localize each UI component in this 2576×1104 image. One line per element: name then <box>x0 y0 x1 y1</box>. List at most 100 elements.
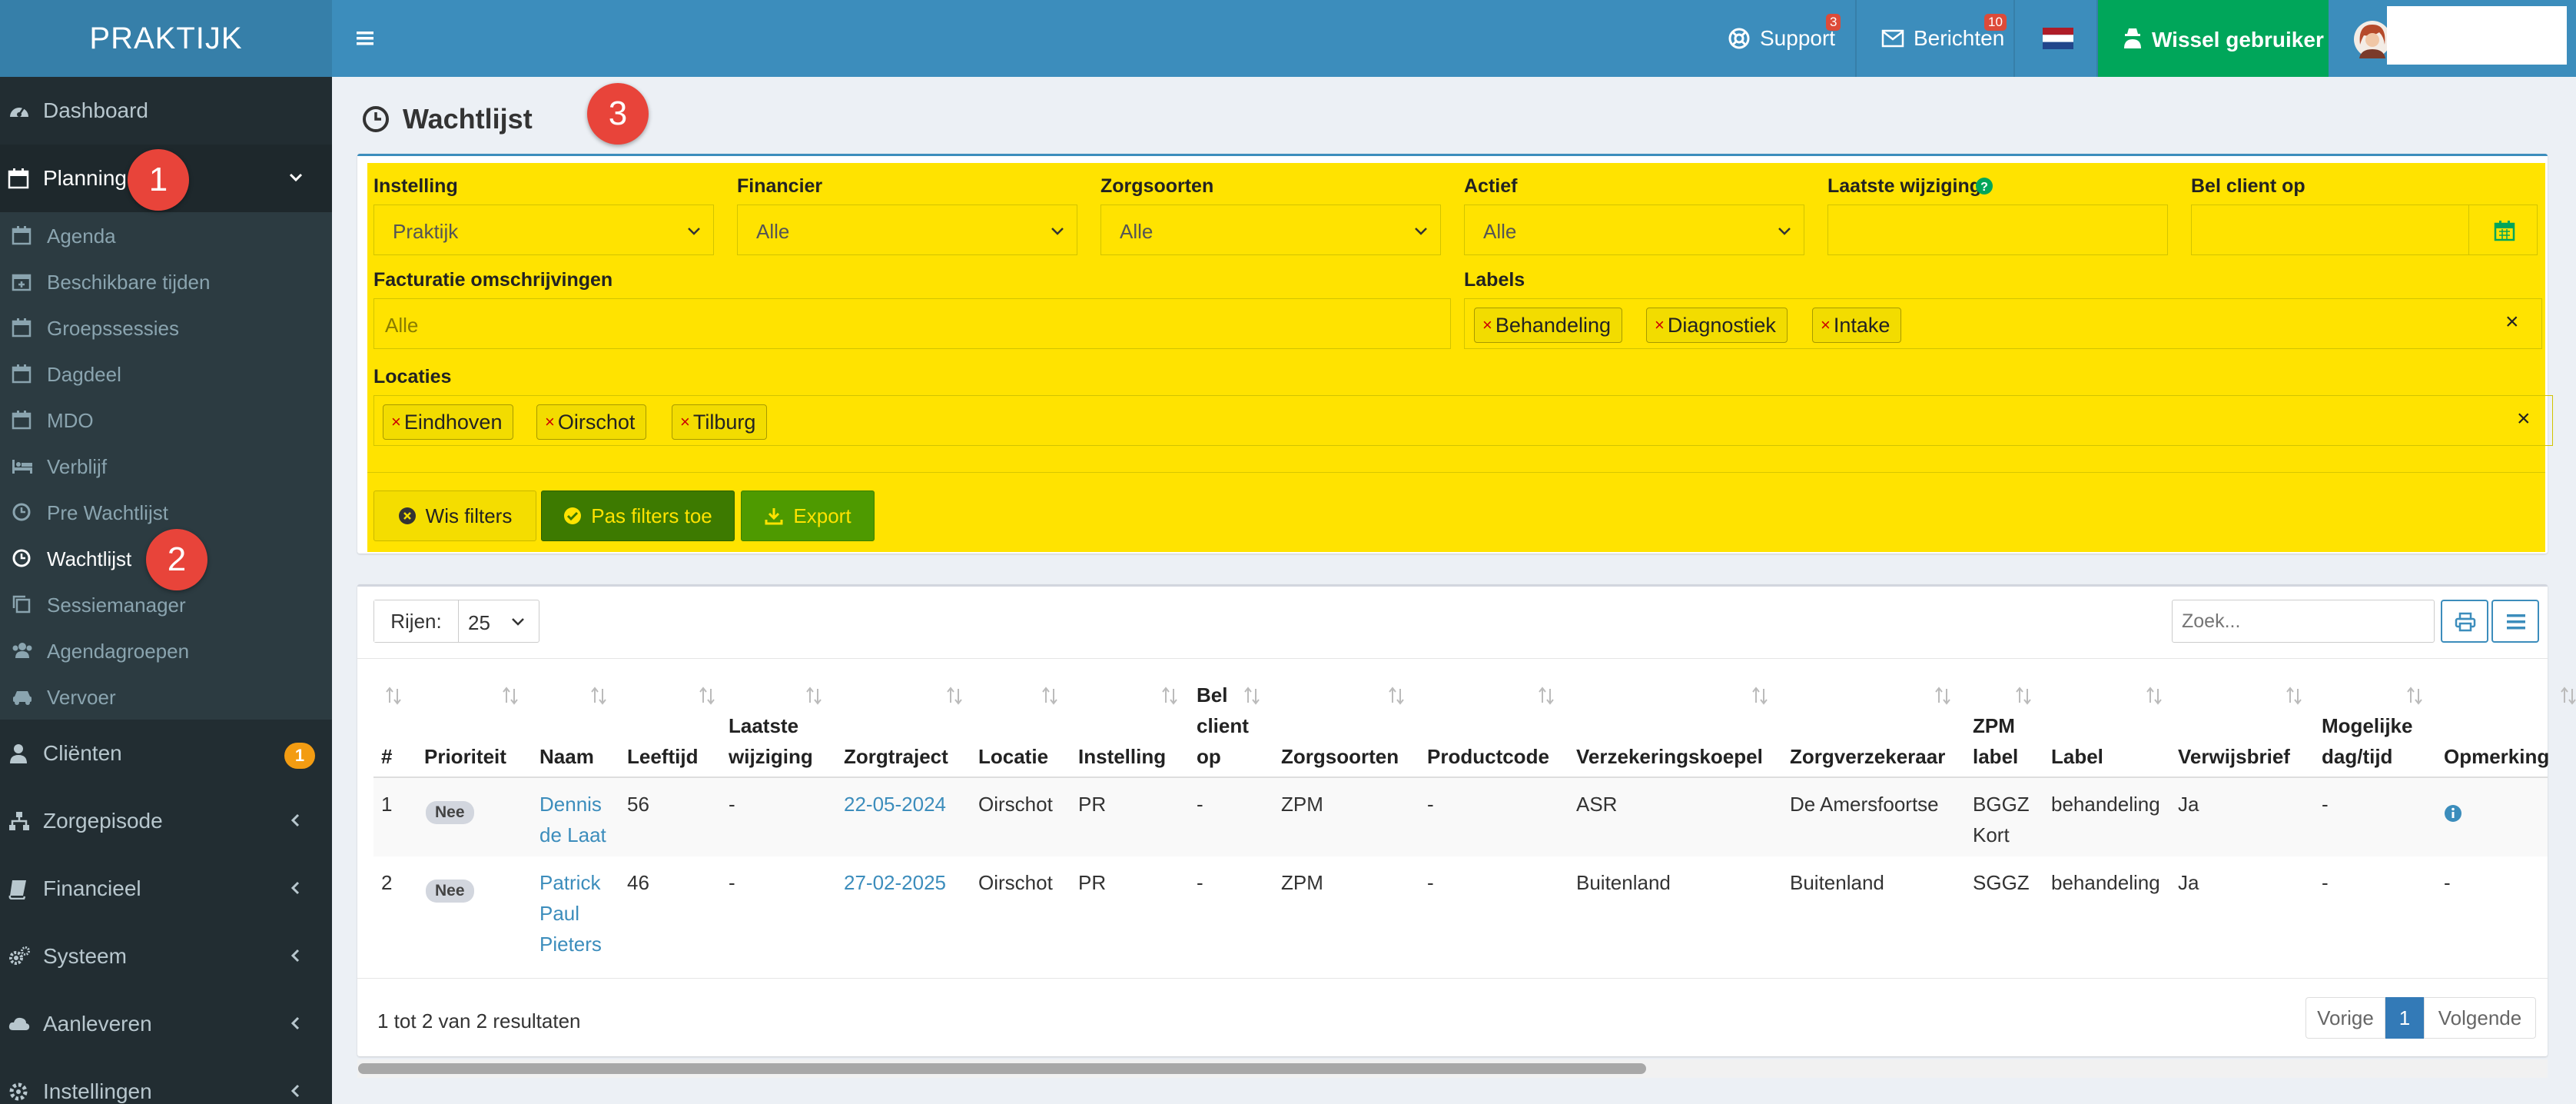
actief-select[interactable]: Alle <box>1464 205 1804 255</box>
sidebar-item-aanleveren[interactable]: Aanleveren <box>0 990 332 1058</box>
sort-icon[interactable] <box>1934 686 1952 706</box>
location-tag-tilburg[interactable]: × Tilburg <box>672 404 768 440</box>
remove-tag-icon[interactable]: × <box>545 412 555 432</box>
sidebar-item-financieel[interactable]: Financieel <box>0 855 332 923</box>
columns-button[interactable] <box>2491 600 2539 643</box>
search-input[interactable] <box>2172 600 2435 643</box>
cell-zorgtraject[interactable]: 27-02-2025 <box>844 867 946 898</box>
column-header-[interactable]: # <box>381 741 392 772</box>
sidebar-item-systeem[interactable]: Systeem <box>0 923 332 990</box>
cell-naam[interactable]: Dennis de Laat <box>539 789 606 850</box>
column-header-opmerking[interactable]: Opmerking <box>2444 741 2549 772</box>
column-header-mogelijke-dag-tijd[interactable]: Mogelijke dag/tijd <box>2322 710 2412 772</box>
label-tag-intake[interactable]: × Intake <box>1812 308 1902 343</box>
remove-tag-icon[interactable]: × <box>391 412 401 432</box>
calendar-button[interactable] <box>2468 205 2538 255</box>
instelling-select[interactable]: Praktijk <box>373 205 714 255</box>
column-header-zorgtraject[interactable]: Zorgtraject <box>844 741 948 772</box>
column-header-zpm-label[interactable]: ZPM label <box>1973 710 2018 772</box>
facturatie-input[interactable]: Alle <box>373 298 1451 349</box>
sort-icon[interactable] <box>698 686 716 706</box>
wissel-gebruiker-button[interactable]: Wissel gebruiker <box>2098 0 2329 77</box>
pagination-page-1[interactable]: 1 <box>2385 997 2424 1039</box>
column-header-verzekeringskoepel[interactable]: Verzekeringskoepel <box>1576 741 1763 772</box>
labels-multiselect[interactable] <box>1464 298 2542 349</box>
label-tag-behandeling[interactable]: × Behandeling <box>1474 308 1622 343</box>
sidebar-item-pre-wachtlijst[interactable]: Pre Wachtlijst <box>0 489 332 535</box>
column-header-verwijsbrief[interactable]: Verwijsbrief <box>2178 741 2290 772</box>
location-tag-oirschot[interactable]: × Oirschot <box>536 404 647 440</box>
column-header-bel-client-op[interactable]: Bel client op <box>1197 680 1249 772</box>
sort-icon[interactable] <box>1243 686 1261 706</box>
sort-icon[interactable] <box>2014 686 2033 706</box>
sort-icon[interactable] <box>945 686 964 706</box>
laatste-wijziging-input[interactable] <box>1827 205 2168 255</box>
export-button[interactable]: Export <box>741 490 875 541</box>
sort-icon[interactable] <box>589 686 608 706</box>
sidebar-item-zorgepisode[interactable]: Zorgepisode <box>0 787 332 855</box>
clear-locaties-icon[interactable]: × <box>2517 406 2531 432</box>
sort-icon[interactable] <box>2285 686 2303 706</box>
sort-icon[interactable] <box>501 686 520 706</box>
sort-icon[interactable] <box>805 686 823 706</box>
sort-icon[interactable] <box>1537 686 1555 706</box>
sidebar-item-mdo[interactable]: MDO <box>0 397 332 443</box>
wis-filters-button[interactable]: Wis filters <box>373 490 536 541</box>
financier-select[interactable]: Alle <box>737 205 1077 255</box>
cell-zorgtraject[interactable]: 22-05-2024 <box>844 789 946 820</box>
remove-tag-icon[interactable]: × <box>1482 315 1492 335</box>
sidebar-item-dagdeel[interactable]: Dagdeel <box>0 351 332 397</box>
column-header-instelling[interactable]: Instelling <box>1078 741 1166 772</box>
berichten-button[interactable]: Berichten <box>1881 0 2004 77</box>
clear-labels-icon[interactable]: × <box>2505 309 2519 335</box>
column-header-productcode[interactable]: Productcode <box>1427 741 1549 772</box>
sort-icon[interactable] <box>2145 686 2163 706</box>
sort-icon[interactable] <box>1751 686 1769 706</box>
remove-tag-icon[interactable]: × <box>1655 315 1665 335</box>
sort-icon[interactable] <box>384 686 403 706</box>
column-header-zorgsoorten[interactable]: Zorgsoorten <box>1281 741 1399 772</box>
column-header-locatie[interactable]: Locatie <box>978 741 1048 772</box>
remove-tag-icon[interactable]: × <box>1821 315 1831 335</box>
sidebar-item-instellingen[interactable]: Instellingen <box>0 1058 332 1104</box>
sidebar-item-groepssessies[interactable]: Groepssessies <box>0 304 332 351</box>
sidebar-item-dashboard[interactable]: Dashboard <box>0 77 332 145</box>
pagination-prev[interactable]: Vorige <box>2305 997 2385 1039</box>
sidebar-item-agenda[interactable]: Agenda <box>0 212 332 258</box>
cell-naam[interactable]: Patrick Paul Pieters <box>539 867 602 959</box>
print-button[interactable] <box>2441 600 2488 643</box>
column-header-label[interactable]: Label <box>2051 741 2103 772</box>
rows-select[interactable]: 25 <box>459 600 539 642</box>
help-icon[interactable]: ? <box>1975 177 1993 195</box>
location-tag-eindhoven[interactable]: × Eindhoven <box>383 404 514 440</box>
sidebar-toggle-button[interactable] <box>355 0 377 77</box>
pas-filters-toe-button[interactable]: Pas filters toe <box>541 490 735 541</box>
sidebar-item-agendagroepen[interactable]: Agendagroepen <box>0 627 332 673</box>
remove-tag-icon[interactable]: × <box>680 412 690 432</box>
info-icon[interactable] <box>2444 804 2462 823</box>
column-header-naam[interactable]: Naam <box>539 741 594 772</box>
label-tag-diagnostiek[interactable]: × Diagnostiek <box>1646 308 1788 343</box>
sidebar-item-beschikbare-tijden[interactable]: Beschikbare tijden <box>0 258 332 304</box>
sort-icon[interactable] <box>1160 686 1179 706</box>
sort-icon[interactable] <box>2405 686 2424 706</box>
sidebar-item-verblijf[interactable]: Verblijf <box>0 443 332 489</box>
column-header-leeftijd[interactable]: Leeftijd <box>627 741 698 772</box>
column-header-prioriteit[interactable]: Prioriteit <box>424 741 506 772</box>
bel-client-op-input[interactable] <box>2191 205 2469 255</box>
column-header-zorgverzekeraar[interactable]: Zorgverzekeraar <box>1790 741 1945 772</box>
table-row[interactable] <box>373 856 2548 976</box>
sort-icon[interactable] <box>1387 686 1406 706</box>
language-selector[interactable] <box>2043 0 2073 77</box>
dashboard-icon <box>8 100 31 121</box>
sidebar-item-vervoer[interactable]: Vervoer <box>0 673 332 720</box>
zorgsoorten-select[interactable]: Alle <box>1100 205 1441 255</box>
table-row[interactable] <box>373 778 2548 856</box>
column-header-laatste-wijziging[interactable]: Laatste wijziging <box>729 710 813 772</box>
brand-logo[interactable]: PRAKTIJK <box>0 0 332 77</box>
scrollbar-thumb[interactable] <box>358 1063 1646 1074</box>
sort-icon[interactable] <box>2559 686 2576 706</box>
sidebar-item-clienten[interactable]: Cliënten 1 <box>0 720 332 787</box>
sort-icon[interactable] <box>1041 686 1059 706</box>
pagination-next[interactable]: Volgende <box>2424 997 2536 1039</box>
